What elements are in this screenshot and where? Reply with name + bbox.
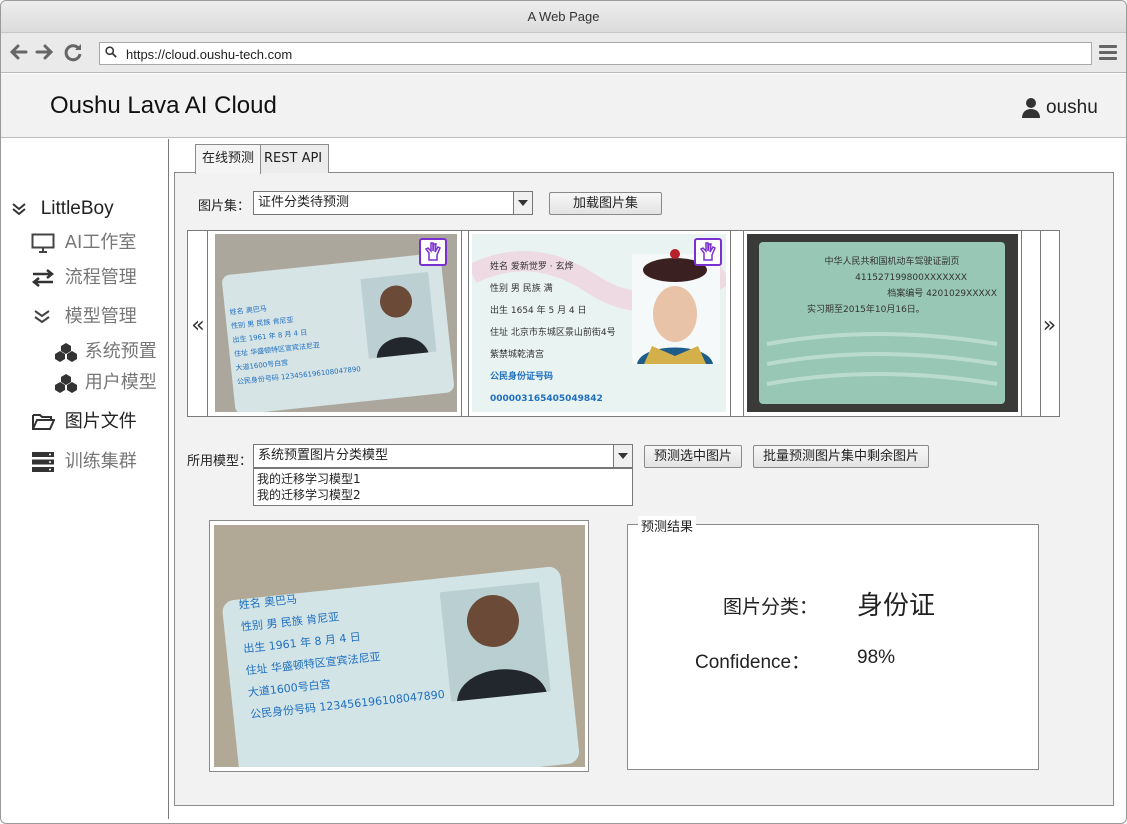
tab-online-predict[interactable]: 在线预测 — [195, 144, 262, 174]
carousel-prev-button[interactable]: « — [188, 313, 208, 338]
double-chevron-down-icon — [34, 310, 50, 324]
confidence-value: 98% — [857, 647, 896, 668]
sidebar-item-label: 模型管理 — [64, 306, 137, 327]
predict-selected-button[interactable]: 预测选中图片 — [644, 445, 742, 468]
dropdown-arrow-icon — [613, 445, 632, 467]
url-bar[interactable]: https://cloud.oushu-tech.com — [99, 42, 1092, 65]
sidebar-item-user-model[interactable]: 用户模型 — [55, 368, 157, 394]
sidebar-item-system-preset[interactable]: 系统预置 — [55, 337, 157, 363]
selected-hand-icon[interactable] — [419, 238, 447, 266]
sidebar-item-image-files[interactable]: 图片文件 — [31, 407, 137, 433]
model-label: 所用模型： — [187, 454, 253, 469]
carousel-next-button[interactable]: » — [1040, 313, 1059, 338]
model-dropdown-list: 我的迁移学习模型1 我的迁移学习模型2 — [253, 468, 633, 506]
preview-card-text: 姓名 奥巴马 性别 男 民族 肯尼亚 出生 1961 年 8 月 4 日 住址 … — [238, 592, 446, 722]
monitor-icon — [31, 233, 55, 253]
cubes-icon — [55, 343, 77, 362]
forward-arrow-icon[interactable] — [33, 41, 55, 63]
sidebar-item-label: 流程管理 — [64, 267, 137, 288]
url-text: https://cloud.oushu-tech.com — [126, 47, 293, 62]
sidebar-item-model-mgmt[interactable]: 模型管理 — [31, 302, 137, 328]
sidebar-divider — [168, 139, 169, 819]
driver-license-text: 中华人民共和国机动车驾驶证副页 411527199800XXXXXXX 档案编号… — [807, 257, 997, 315]
carousel-image-id-card[interactable]: 姓名 奥巴马 性别 男 民族 肯尼亚 出生 1961 年 8 月 4 日 住址 … — [215, 234, 457, 412]
sidebar-item-workflow[interactable]: 流程管理 — [31, 263, 137, 289]
reload-icon[interactable] — [62, 41, 84, 63]
carousel-divider — [461, 231, 462, 416]
dataset-selected-value: 证件分类待预测 — [258, 195, 350, 210]
sidebar-root-label: LittleBoy — [40, 198, 114, 219]
sidebar-item-training-cluster[interactable]: 训练集群 — [31, 447, 137, 473]
id-scan-text: 姓名 爱新觉罗 · 玄烨 性别 男 民族 满 出生 1654 年 5 月 4 日… — [490, 262, 616, 404]
dropdown-arrow-icon — [513, 192, 532, 214]
window-title: A Web Page — [1, 1, 1126, 33]
carousel-image-driver-license[interactable]: 中华人民共和国机动车驾驶证副页 411527199800XXXXXXX 档案编号… — [747, 234, 1018, 412]
sidebar-item-label: 训练集群 — [64, 451, 137, 472]
user-icon — [1022, 98, 1040, 118]
carousel-divider — [743, 231, 744, 416]
carousel-divider — [207, 231, 208, 416]
server-icon — [32, 452, 54, 472]
dataset-label: 图片集： — [198, 199, 251, 214]
model-option[interactable]: 我的迁移学习模型2 — [257, 487, 629, 503]
folder-open-icon — [32, 414, 56, 430]
prediction-result-legend: 预测结果 — [638, 516, 697, 535]
user-menu[interactable]: oushu — [1022, 97, 1098, 123]
sidebar-root-littleboy[interactable]: LittleBoy — [11, 198, 114, 220]
tab-rest-api[interactable]: REST API — [257, 144, 330, 173]
carousel-divider — [730, 231, 731, 416]
double-chevron-down-icon — [12, 203, 26, 216]
menu-icon[interactable] — [1099, 45, 1117, 61]
class-label: 图片分类： — [723, 597, 819, 618]
app-title: Oushu Lava AI Cloud — [50, 92, 277, 119]
carousel-divider — [1021, 231, 1022, 416]
preview-image: 姓名 奥巴马 性别 男 民族 肯尼亚 出生 1961 年 8 月 4 日 住址 … — [214, 525, 585, 767]
username: oushu — [1046, 97, 1098, 119]
model-select[interactable]: 系统预置图片分类模型 — [253, 444, 633, 468]
prediction-result-box — [627, 524, 1039, 770]
model-selected-value: 系统预置图片分类模型 — [258, 448, 389, 463]
back-arrow-icon[interactable] — [8, 41, 30, 63]
sidebar-item-label: 系统预置 — [84, 341, 157, 362]
search-icon — [105, 46, 117, 58]
load-dataset-button[interactable]: 加载图片集 — [549, 192, 662, 215]
carousel-image-id-scan[interactable]: 姓名 爱新觉罗 · 玄烨 性别 男 民族 满 出生 1654 年 5 月 4 日… — [472, 234, 726, 412]
dataset-select[interactable]: 证件分类待预测 — [253, 191, 533, 215]
exchange-arrows-icon — [31, 269, 55, 287]
class-value: 身份证 — [857, 590, 936, 620]
sidebar-item-label: 图片文件 — [64, 411, 137, 432]
id-card-text: 姓名 奥巴马 性别 男 民族 肯尼亚 出生 1961 年 8 月 4 日 住址 … — [229, 304, 362, 387]
sidebar-item-label: AI工作室 — [64, 232, 137, 253]
cubes-icon — [55, 374, 77, 393]
confidence-label: Confidence： — [695, 652, 811, 673]
sidebar-item-ai-studio[interactable]: AI工作室 — [31, 228, 136, 254]
selected-hand-icon[interactable] — [694, 238, 722, 266]
model-option[interactable]: 我的迁移学习模型1 — [257, 471, 629, 487]
predict-batch-button[interactable]: 批量预测图片集中剩余图片 — [753, 445, 929, 468]
sidebar-item-label: 用户模型 — [84, 372, 157, 393]
carousel-divider — [468, 231, 469, 416]
